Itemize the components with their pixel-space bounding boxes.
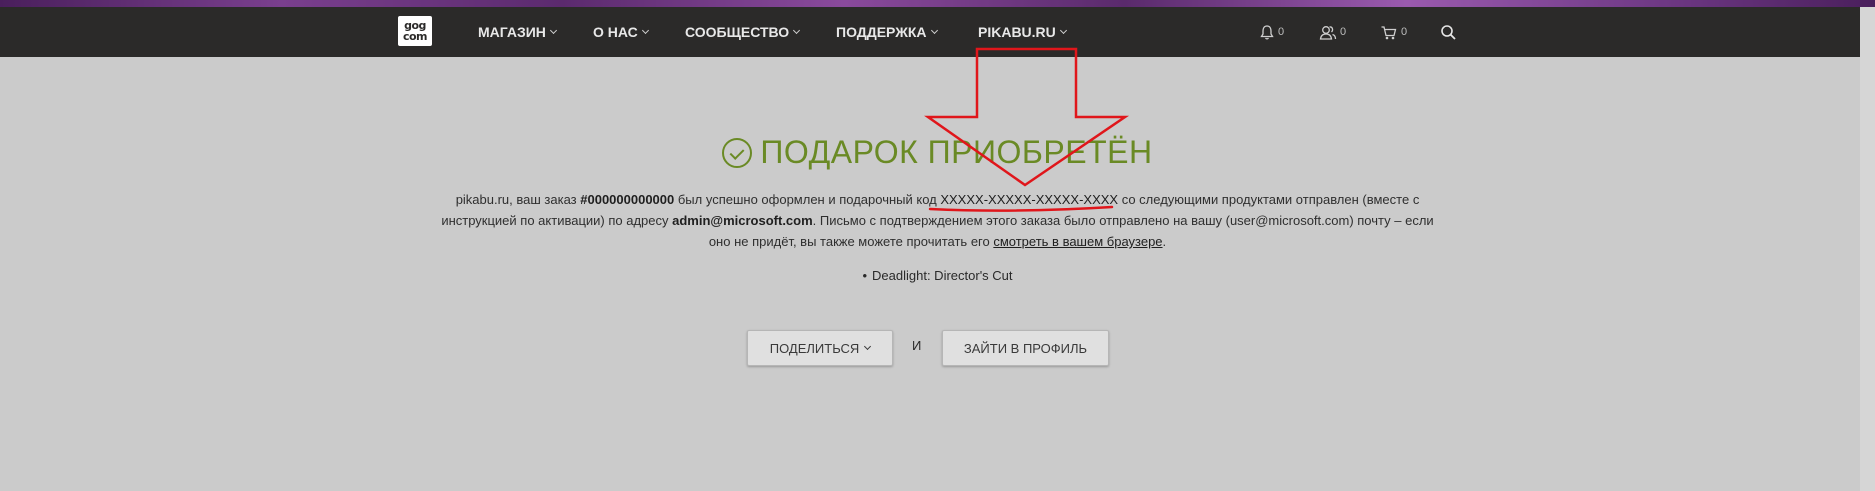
chevron-down-icon bbox=[1059, 26, 1067, 35]
chevron-down-icon bbox=[864, 342, 872, 351]
view-in-browser-link[interactable]: смотреть в вашем браузере bbox=[993, 234, 1162, 249]
message-text: был успешно оформлен и подарочный код bbox=[674, 192, 941, 207]
friends-count: 0 bbox=[1340, 26, 1347, 38]
chevron-down-icon bbox=[930, 26, 938, 35]
top-decorative-strip bbox=[0, 0, 1875, 7]
nav-item-label: СООБЩЕСТВО bbox=[685, 24, 790, 40]
friends-button[interactable]: 0 bbox=[1319, 7, 1346, 57]
product-name: Deadlight: Director's Cut bbox=[872, 268, 1013, 283]
nav-item-about[interactable]: О НАС bbox=[593, 7, 649, 57]
nav-item-store[interactable]: МАГАЗИН bbox=[478, 7, 557, 57]
recipient-email: admin@microsoft.com bbox=[672, 213, 813, 228]
nav-item-label: О НАС bbox=[593, 24, 638, 40]
bell-icon bbox=[1260, 24, 1274, 40]
page: gog com МАГАЗИН О НАС СООБЩЕСТВО ПОДДЕРЖ… bbox=[0, 0, 1875, 491]
chevron-down-icon bbox=[641, 26, 649, 35]
profile-button-label: ЗАЙТИ В ПРОФИЛЬ bbox=[963, 340, 1088, 356]
scrollbar-track[interactable] bbox=[1860, 7, 1875, 491]
gog-logo[interactable]: gog com bbox=[398, 16, 432, 46]
notifications-button[interactable]: 0 bbox=[1259, 7, 1284, 57]
message-text: pikabu.ru, ваш заказ bbox=[455, 192, 581, 207]
nav-item-support[interactable]: ПОДДЕРЖКА bbox=[836, 7, 938, 57]
logo-text-bottom: com bbox=[402, 30, 428, 43]
cart-button[interactable]: 0 bbox=[1380, 7, 1407, 57]
cart-icon bbox=[1381, 25, 1397, 39]
cart-count: 0 bbox=[1401, 26, 1408, 38]
gift-code[interactable]: XXXXX-XXXXX-XXXXX-XXXX bbox=[940, 192, 1118, 207]
nav-item-label: PIKABU.RU bbox=[978, 24, 1056, 40]
check-circle-icon bbox=[722, 137, 753, 168]
product-list: • Deadlight: Director's Cut bbox=[0, 268, 1875, 283]
search-icon bbox=[1441, 24, 1456, 40]
order-number: #000000000000 bbox=[580, 192, 675, 207]
search-button[interactable] bbox=[1440, 7, 1460, 57]
confirmation-message: pikabu.ru, ваш заказ #000000000000 был у… bbox=[430, 189, 1445, 252]
nav-item-label: МАГАЗИН bbox=[478, 24, 546, 40]
chevron-down-icon bbox=[793, 26, 801, 35]
nav-item-community[interactable]: СООБЩЕСТВО bbox=[685, 7, 801, 57]
bullet-icon: • bbox=[862, 268, 868, 283]
friends-icon bbox=[1319, 25, 1337, 40]
go-to-profile-button[interactable]: ЗАЙТИ В ПРОФИЛЬ bbox=[942, 330, 1109, 366]
share-button-label: ПОДЕЛИТЬСЯ bbox=[769, 340, 860, 356]
and-separator: И bbox=[912, 338, 922, 353]
nav-item-label: ПОДДЕРЖКА bbox=[836, 24, 927, 40]
message-text: . bbox=[1162, 234, 1167, 249]
page-title: ПОДАРОК ПРИОБРЕТЁН bbox=[760, 134, 1153, 170]
share-button[interactable]: ПОДЕЛИТЬСЯ bbox=[747, 330, 893, 366]
notifications-count: 0 bbox=[1278, 26, 1285, 38]
confirmation-title-row: ПОДАРОК ПРИОБРЕТЁН bbox=[0, 134, 1875, 178]
nav-item-account[interactable]: PIKABU.RU bbox=[978, 7, 1067, 57]
chevron-down-icon bbox=[549, 26, 557, 35]
